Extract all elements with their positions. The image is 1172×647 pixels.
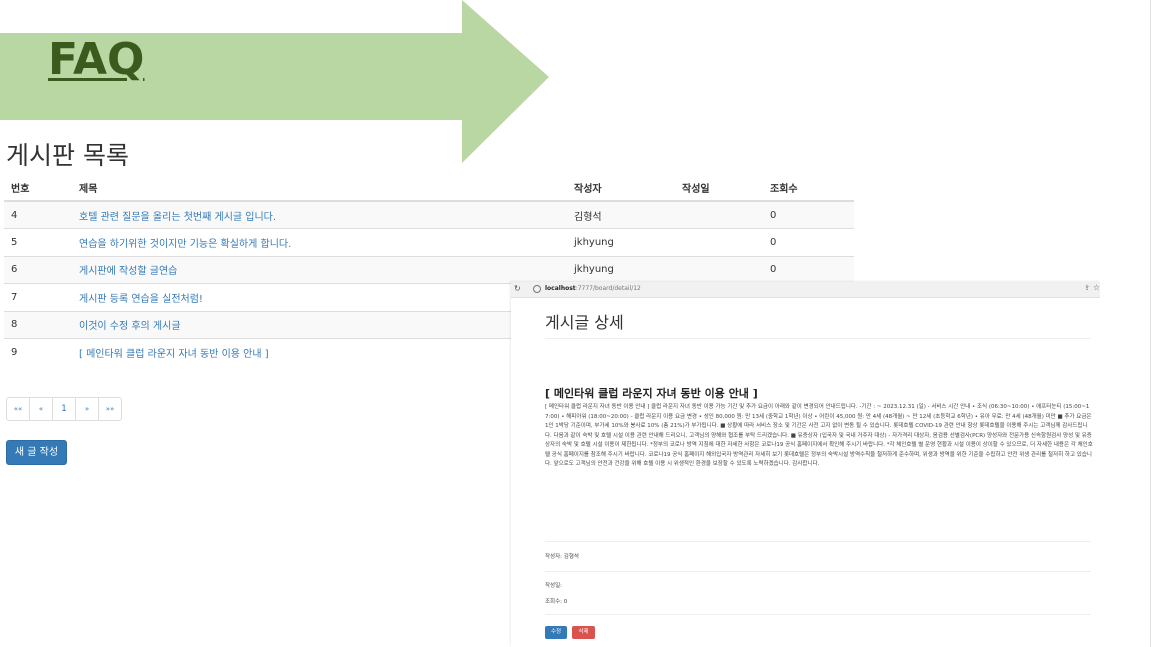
- row-number: 5: [4, 228, 72, 256]
- column-header-number: 번호: [4, 175, 72, 202]
- new-post-button[interactable]: 새 글 작성: [6, 440, 67, 465]
- row-number: 9: [4, 338, 72, 366]
- divider: [545, 571, 1091, 572]
- detail-heading: 게시글 상세: [545, 313, 624, 332]
- post-title-link[interactable]: 호텔 관련 질문을 올리는 첫번째 게시글 입니다.: [72, 200, 567, 229]
- post-title-link[interactable]: 연습을 하기위한 것이지만 기능은 확실하게 합니다.: [72, 228, 567, 256]
- pagination: «« « 1 » »»: [6, 397, 122, 421]
- post-title-link[interactable]: 게시판에 작성할 글연습: [72, 255, 567, 284]
- edit-button[interactable]: 수정: [545, 626, 567, 639]
- url-text[interactable]: localhost:7777/board/detail/12: [545, 285, 641, 292]
- post-title-link[interactable]: 게시판 등록 연습을 실전처럼!: [72, 283, 567, 311]
- first-page-button[interactable]: ««: [6, 397, 30, 421]
- post-body: [ 메인타워 클럽 라운지 자녀 동반 이용 안내 ] 클럽 라운지 자녀 동반…: [545, 404, 1093, 467]
- post-title-link[interactable]: 이것이 수정 후의 게시글: [72, 310, 567, 339]
- row-date: [675, 228, 763, 256]
- divider: [545, 338, 1091, 339]
- post-author: 작성자: 김형석: [545, 554, 579, 560]
- column-header-date: 작성일: [675, 175, 763, 202]
- board-list-heading: 게시판 목록: [6, 141, 129, 170]
- row-author: 김형석: [567, 200, 675, 229]
- last-page-button[interactable]: »»: [98, 397, 122, 421]
- url-host: localhost: [545, 285, 576, 292]
- row-views: 0: [763, 200, 854, 229]
- url-path: :7777/board/detail/12: [575, 285, 641, 292]
- slide: FAQ 게시판 목록 번호 제목 작성자 작성일 조회수 4 호텔 관련 질문을…: [0, 0, 1172, 647]
- row-date: [675, 200, 763, 229]
- slide-edge: [1150, 0, 1151, 647]
- browser-address-bar[interactable]: ↻ localhost:7777/board/detail/12 ⇪ ☆: [511, 282, 1100, 298]
- row-number: 6: [4, 255, 72, 284]
- bookmark-star-icon[interactable]: ☆: [1093, 283, 1100, 292]
- delete-button[interactable]: 삭제: [572, 626, 595, 639]
- site-info-icon[interactable]: [533, 285, 541, 293]
- page-1-button[interactable]: 1: [52, 397, 76, 421]
- post-date: 작성일:: [545, 583, 563, 589]
- divider: [545, 614, 1091, 615]
- table-row: 4 호텔 관련 질문을 올리는 첫번째 게시글 입니다. 김형석 0: [4, 200, 854, 229]
- share-icon[interactable]: ⇪: [1084, 284, 1090, 292]
- faq-title: FAQ: [48, 34, 145, 85]
- row-number: 4: [4, 200, 72, 229]
- divider: [545, 541, 1091, 542]
- post-views: 조회수: 0: [545, 599, 568, 605]
- row-number: 8: [4, 310, 72, 339]
- row-number: 7: [4, 283, 72, 311]
- column-header-author: 작성자: [567, 175, 675, 202]
- column-header-views: 조회수: [763, 175, 854, 202]
- reload-icon[interactable]: ↻: [514, 284, 521, 293]
- table-row: 5 연습을 하기위한 것이지만 기능은 확실하게 합니다. jkhyung 0: [4, 228, 854, 256]
- post-detail-window: ↻ localhost:7777/board/detail/12 ⇪ ☆ 게시글…: [511, 282, 1100, 647]
- post-title: [ 메인타워 클럽 라운지 자녀 동반 이용 안내 ]: [545, 387, 758, 400]
- table-row: 6 게시판에 작성할 글연습 jkhyung 0: [4, 255, 854, 284]
- next-page-button[interactable]: »: [75, 397, 99, 421]
- prev-page-button[interactable]: «: [29, 397, 53, 421]
- post-title-link[interactable]: [ 메인타워 클럽 라운지 자녀 동반 이용 안내 ]: [72, 338, 567, 366]
- row-date: [675, 255, 763, 284]
- row-views: 0: [763, 255, 854, 284]
- row-views: 0: [763, 228, 854, 256]
- table-header-row: 번호 제목 작성자 작성일 조회수: [4, 175, 854, 202]
- column-header-title: 제목: [72, 175, 567, 202]
- row-author: jkhyung: [567, 228, 675, 256]
- row-author: jkhyung: [567, 255, 675, 284]
